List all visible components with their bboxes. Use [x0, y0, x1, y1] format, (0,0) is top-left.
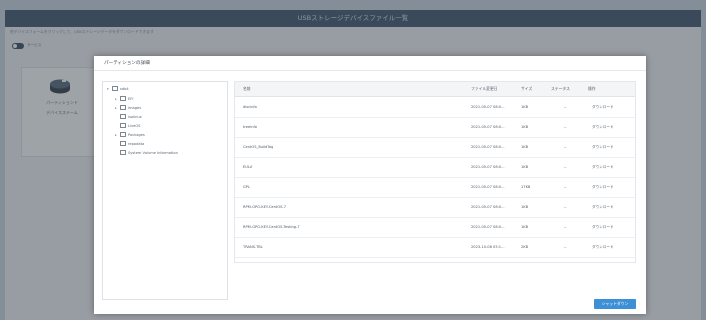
folder-icon — [120, 96, 126, 101]
tree-node-sdb4[interactable]: ▾ sdb4 — [107, 86, 129, 91]
download-link[interactable]: ダウンロード — [592, 97, 614, 117]
file-date: 2023-10-08 05:1... — [471, 245, 505, 249]
file-date: 2021-05-07 08:0... — [471, 225, 505, 229]
tree-node-label: System Volume Information — [128, 150, 178, 155]
file-size: 2KB — [521, 245, 529, 249]
tree-node-label: isolinux — [128, 114, 142, 119]
table-row[interactable]: discinfo 2021-05-07 08:0... 1KB -- ダウンロー… — [235, 97, 635, 118]
file-date: 2021-05-07 08:0... — [471, 165, 505, 169]
column-header-date[interactable]: ファイル変更日 — [471, 82, 498, 96]
file-date: 2021-05-07 08:0... — [471, 205, 505, 209]
download-link[interactable]: ダウンロード — [592, 157, 614, 177]
column-header-status[interactable]: ステータス — [551, 82, 570, 96]
tree-node-label: sdb4 — [120, 86, 129, 91]
partition-detail-modal: パーティションの詳細 ▾ sdb4 ▸ EFI ▸ images isolinu… — [94, 56, 646, 314]
file-status: -- — [564, 225, 567, 229]
file-date: 2021-05-07 08:0... — [471, 185, 505, 189]
folder-icon — [120, 150, 126, 155]
folder-icon — [120, 114, 126, 119]
file-table: 名前 ファイル変更日 サイズ ステータス 操作 discinfo 2021-05… — [234, 81, 636, 263]
file-status: -- — [564, 145, 567, 149]
tree-node-label: EFI — [128, 96, 134, 101]
tree-node-liveos[interactable]: LiveOS — [115, 123, 140, 128]
tree-node-isolinux[interactable]: isolinux — [115, 114, 142, 119]
folder-icon — [120, 141, 126, 146]
download-link[interactable]: ダウンロード — [592, 197, 614, 217]
folder-icon — [120, 105, 126, 110]
modal-title: パーティションの詳細 — [94, 56, 646, 71]
file-name: RPM-GPG-KEY-CentOS-7 — [243, 205, 287, 209]
download-link[interactable]: ダウンロード — [592, 117, 614, 137]
file-size: 1KB — [521, 105, 529, 109]
file-status: -- — [564, 245, 567, 249]
table-header: 名前 ファイル変更日 サイズ ステータス 操作 — [235, 82, 635, 97]
folder-icon — [120, 132, 126, 137]
tree-node-label: repodata — [128, 141, 145, 146]
table-row[interactable]: EULA 2021-05-07 08:0... 1KB -- ダウンロード — [235, 157, 635, 178]
directory-tree: ▾ sdb4 ▸ EFI ▸ images isolinux LiveOS ▸ — [102, 81, 228, 300]
download-link[interactable]: ダウンロード — [592, 137, 614, 157]
tree-node-images[interactable]: ▸ images — [115, 105, 141, 110]
file-date: 2021-05-07 08:0... — [471, 145, 505, 149]
tree-node-efi[interactable]: ▸ EFI — [115, 96, 133, 101]
file-name: discinfo — [243, 105, 257, 109]
file-name: TRANS.TBL — [243, 245, 263, 249]
table-row[interactable]: TRANS.TBL 2023-10-08 05:1... 2KB -- ダウンロ… — [235, 237, 635, 258]
file-size: 1KB — [521, 205, 529, 209]
file-name: EULA — [243, 165, 253, 169]
table-row[interactable]: RPM-GPG-KEY-CentOS-Testing-7 2021-05-07 … — [235, 217, 635, 238]
file-status: -- — [564, 185, 567, 189]
download-link[interactable]: ダウンロード — [592, 237, 614, 257]
column-header-size[interactable]: サイズ — [521, 82, 532, 96]
table-row[interactable]: GPL 2021-05-07 08:0... 17KB -- ダウンロード — [235, 177, 635, 198]
file-name: CentOS_BuildTag — [243, 145, 274, 149]
folder-icon — [112, 86, 118, 91]
table-row[interactable]: RPM-GPG-KEY-CentOS-7 2021-05-07 08:0... … — [235, 197, 635, 218]
file-size: 17KB — [521, 185, 531, 189]
tree-node-label: LiveOS — [128, 123, 141, 128]
folder-icon — [120, 123, 126, 128]
file-size: 1KB — [521, 225, 529, 229]
column-header-action: 操作 — [588, 86, 596, 91]
file-name: treeinfo — [243, 125, 257, 129]
column-header-name[interactable]: 名前 — [243, 82, 251, 96]
shutdown-button[interactable]: シャットダウン — [594, 299, 636, 309]
tree-node-label: images — [128, 105, 142, 110]
file-date: 2021-05-07 08:0... — [471, 105, 505, 109]
file-status: -- — [564, 125, 567, 129]
tree-node-repodata[interactable]: repodata — [115, 141, 144, 146]
file-size: 1KB — [521, 165, 529, 169]
file-size: 1KB — [521, 145, 529, 149]
file-size: 1KB — [521, 125, 529, 129]
tree-node-packages[interactable]: ▸ Packages — [115, 132, 145, 137]
file-name: RPM-GPG-KEY-CentOS-Testing-7 — [243, 225, 300, 229]
file-date: 2021-05-07 08:0... — [471, 125, 505, 129]
table-row[interactable]: treeinfo 2021-05-07 08:0... 1KB -- ダウンロー… — [235, 117, 635, 138]
tree-node-label: Packages — [128, 132, 145, 137]
file-name: GPL — [243, 185, 250, 189]
file-status: -- — [564, 165, 567, 169]
tree-node-system-volume-information[interactable]: System Volume Information — [115, 150, 178, 155]
file-status: -- — [564, 105, 567, 109]
download-link[interactable]: ダウンロード — [592, 217, 614, 237]
download-link[interactable]: ダウンロード — [592, 177, 614, 197]
table-row[interactable]: CentOS_BuildTag 2021-05-07 08:0... 1KB -… — [235, 137, 635, 158]
file-status: -- — [564, 205, 567, 209]
